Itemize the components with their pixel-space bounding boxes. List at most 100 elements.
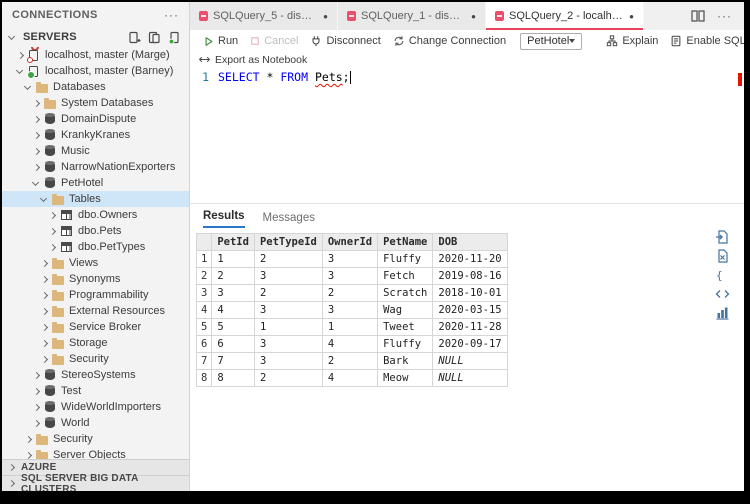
tab-sqlquery-1[interactable]: SQLQuery_1 - disconnected● [338,2,486,30]
chevron-down-icon[interactable] [16,67,25,76]
chevron-right-icon[interactable] [40,259,49,268]
tree-item-localhost-master-barney[interactable]: localhost, master (Barney) [2,63,189,79]
sidebar-section-big-data-clusters[interactable]: SQL SERVER BIG DATA CLUSTERS [2,475,189,491]
column-header-ownerid[interactable]: OwnerId [322,234,377,251]
grid-cell[interactable]: 2020-03-15 [433,302,507,319]
tab-sqlquery-2[interactable]: SQLQuery_2 - localh...Barney)● [486,2,644,30]
grid-cell[interactable]: 3 [254,268,322,285]
results-grid[interactable]: PetIdPetTypeIdOwnerIdPetNameDOB 1123Fluf… [196,233,508,387]
tree-item-security[interactable]: Security [2,351,189,367]
grid-cell[interactable]: 1 [322,319,377,336]
grid-cell[interactable]: Meow [378,370,433,387]
grid-cell[interactable]: 2 [254,285,322,302]
grid-cell[interactable]: 5 [212,319,255,336]
cancel-button[interactable]: Cancel [244,30,304,52]
tree-item-synonyms[interactable]: Synonyms [2,271,189,287]
database-dropdown[interactable]: PetHotel [520,33,582,50]
grid-cell[interactable]: 3 [254,353,322,370]
grid-cell[interactable]: Wag [378,302,433,319]
grid-cell[interactable]: 4 [322,370,377,387]
row-number-cell[interactable]: 8 [197,370,212,387]
tree-item-tables[interactable]: Tables [2,191,189,207]
chevron-right-icon[interactable] [32,99,41,108]
tree-item-databases[interactable]: Databases [2,79,189,95]
grid-cell[interactable]: 3 [322,302,377,319]
chevron-right-icon[interactable] [32,403,41,412]
grid-cell[interactable]: 4 [212,302,255,319]
tab-sqlquery-5[interactable]: SQLQuery_5 - disconnected● [190,2,338,30]
chevron-right-icon[interactable] [32,115,41,124]
row-number-cell[interactable]: 2 [197,268,212,285]
tree-item-music[interactable]: Music [2,143,189,159]
grid-cell[interactable]: Tweet [378,319,433,336]
chevron-right-icon[interactable] [32,163,41,172]
tree-item-dbo-owners[interactable]: dbo.Owners [2,207,189,223]
grid-cell[interactable]: 2020-11-20 [433,251,507,268]
grid-cell[interactable]: Fluffy [378,251,433,268]
connections-more-icon[interactable]: ··· [164,8,179,22]
chevron-right-icon[interactable] [40,307,49,316]
unsaved-changes-dot[interactable]: ● [323,12,328,21]
grid-cell[interactable]: 2018-10-01 [433,285,507,302]
chevron-right-icon[interactable] [40,355,49,364]
grid-cell[interactable]: 3 [254,336,322,353]
chevron-right-icon[interactable] [40,339,49,348]
enable-sqlcmd-button[interactable]: Enable SQLCMD [664,30,744,52]
export-as-notebook-button[interactable]: Export as Notebook [190,52,744,67]
grid-cell[interactable]: 6 [212,336,255,353]
tree-item-pethotel[interactable]: PetHotel [2,175,189,191]
chevron-right-icon[interactable] [40,323,49,332]
grid-cell[interactable]: 2020-11-28 [433,319,507,336]
tree-item-programmability[interactable]: Programmability [2,287,189,303]
grid-cell[interactable]: Bark [378,353,433,370]
tree-item-views[interactable]: Views [2,255,189,271]
table-row[interactable]: 5511Tweet2020-11-28 [197,319,508,336]
row-number-cell[interactable]: 6 [197,336,212,353]
tree-item-server-objects[interactable]: Server Objects [2,447,189,459]
show-active-connections-icon[interactable] [168,31,181,44]
tree-item-stereosystems[interactable]: StereoSystems [2,367,189,383]
table-row[interactable]: 6634Fluffy2020-09-17 [197,336,508,353]
grid-cell[interactable]: Fluffy [378,336,433,353]
row-number-cell[interactable]: 3 [197,285,212,302]
more-actions-icon[interactable]: ··· [717,9,732,23]
save-as-json-icon[interactable]: { } [715,268,730,282]
tree-item-domaindispute[interactable]: DomainDispute [2,111,189,127]
grid-cell[interactable]: 2020-09-17 [433,336,507,353]
grid-cell[interactable]: 3 [254,302,322,319]
run-button[interactable]: Run [197,30,244,52]
unsaved-changes-dot[interactable]: ● [629,12,634,21]
grid-cell[interactable]: 2 [322,353,377,370]
chevron-down-icon[interactable] [40,195,49,204]
table-row[interactable]: 7732BarkNULL [197,353,508,370]
chevron-right-icon[interactable] [16,51,25,60]
grid-cell[interactable]: NULL [433,370,507,387]
table-row[interactable]: 4433Wag2020-03-15 [197,302,508,319]
tree-item-dbo-pettypes[interactable]: dbo.PetTypes [2,239,189,255]
table-row[interactable]: 1123Fluffy2020-11-20 [197,251,508,268]
chevron-down-icon[interactable] [24,83,33,92]
sql-editor[interactable]: 1 SELECT * FROM Pets; [190,67,744,203]
row-number-cell[interactable]: 4 [197,302,212,319]
grid-cell[interactable]: 3 [212,285,255,302]
chevron-right-icon[interactable] [32,371,41,380]
grid-cell[interactable]: 1 [254,319,322,336]
chevron-right-icon[interactable] [48,243,57,252]
save-as-excel-icon[interactable] [715,249,730,263]
chevron-right-icon[interactable] [48,211,57,220]
grid-cell[interactable]: 7 [212,353,255,370]
tree-item-dbo-pets[interactable]: dbo.Pets [2,223,189,239]
chevron-right-icon[interactable] [32,419,41,428]
grid-cell[interactable]: 2 [254,251,322,268]
grid-cell[interactable]: 3 [322,251,377,268]
tree-item-security[interactable]: Security [2,431,189,447]
tree-item-service-broker[interactable]: Service Broker [2,319,189,335]
explain-button[interactable]: Explain [600,30,664,52]
split-editor-icon[interactable] [691,9,705,23]
chevron-right-icon[interactable] [24,451,33,460]
tree-item-test[interactable]: Test [2,383,189,399]
grid-cell[interactable]: 2 [254,370,322,387]
save-as-xml-icon[interactable] [715,287,730,301]
table-row[interactable]: 8824MeowNULL [197,370,508,387]
grid-cell[interactable]: 2 [212,268,255,285]
